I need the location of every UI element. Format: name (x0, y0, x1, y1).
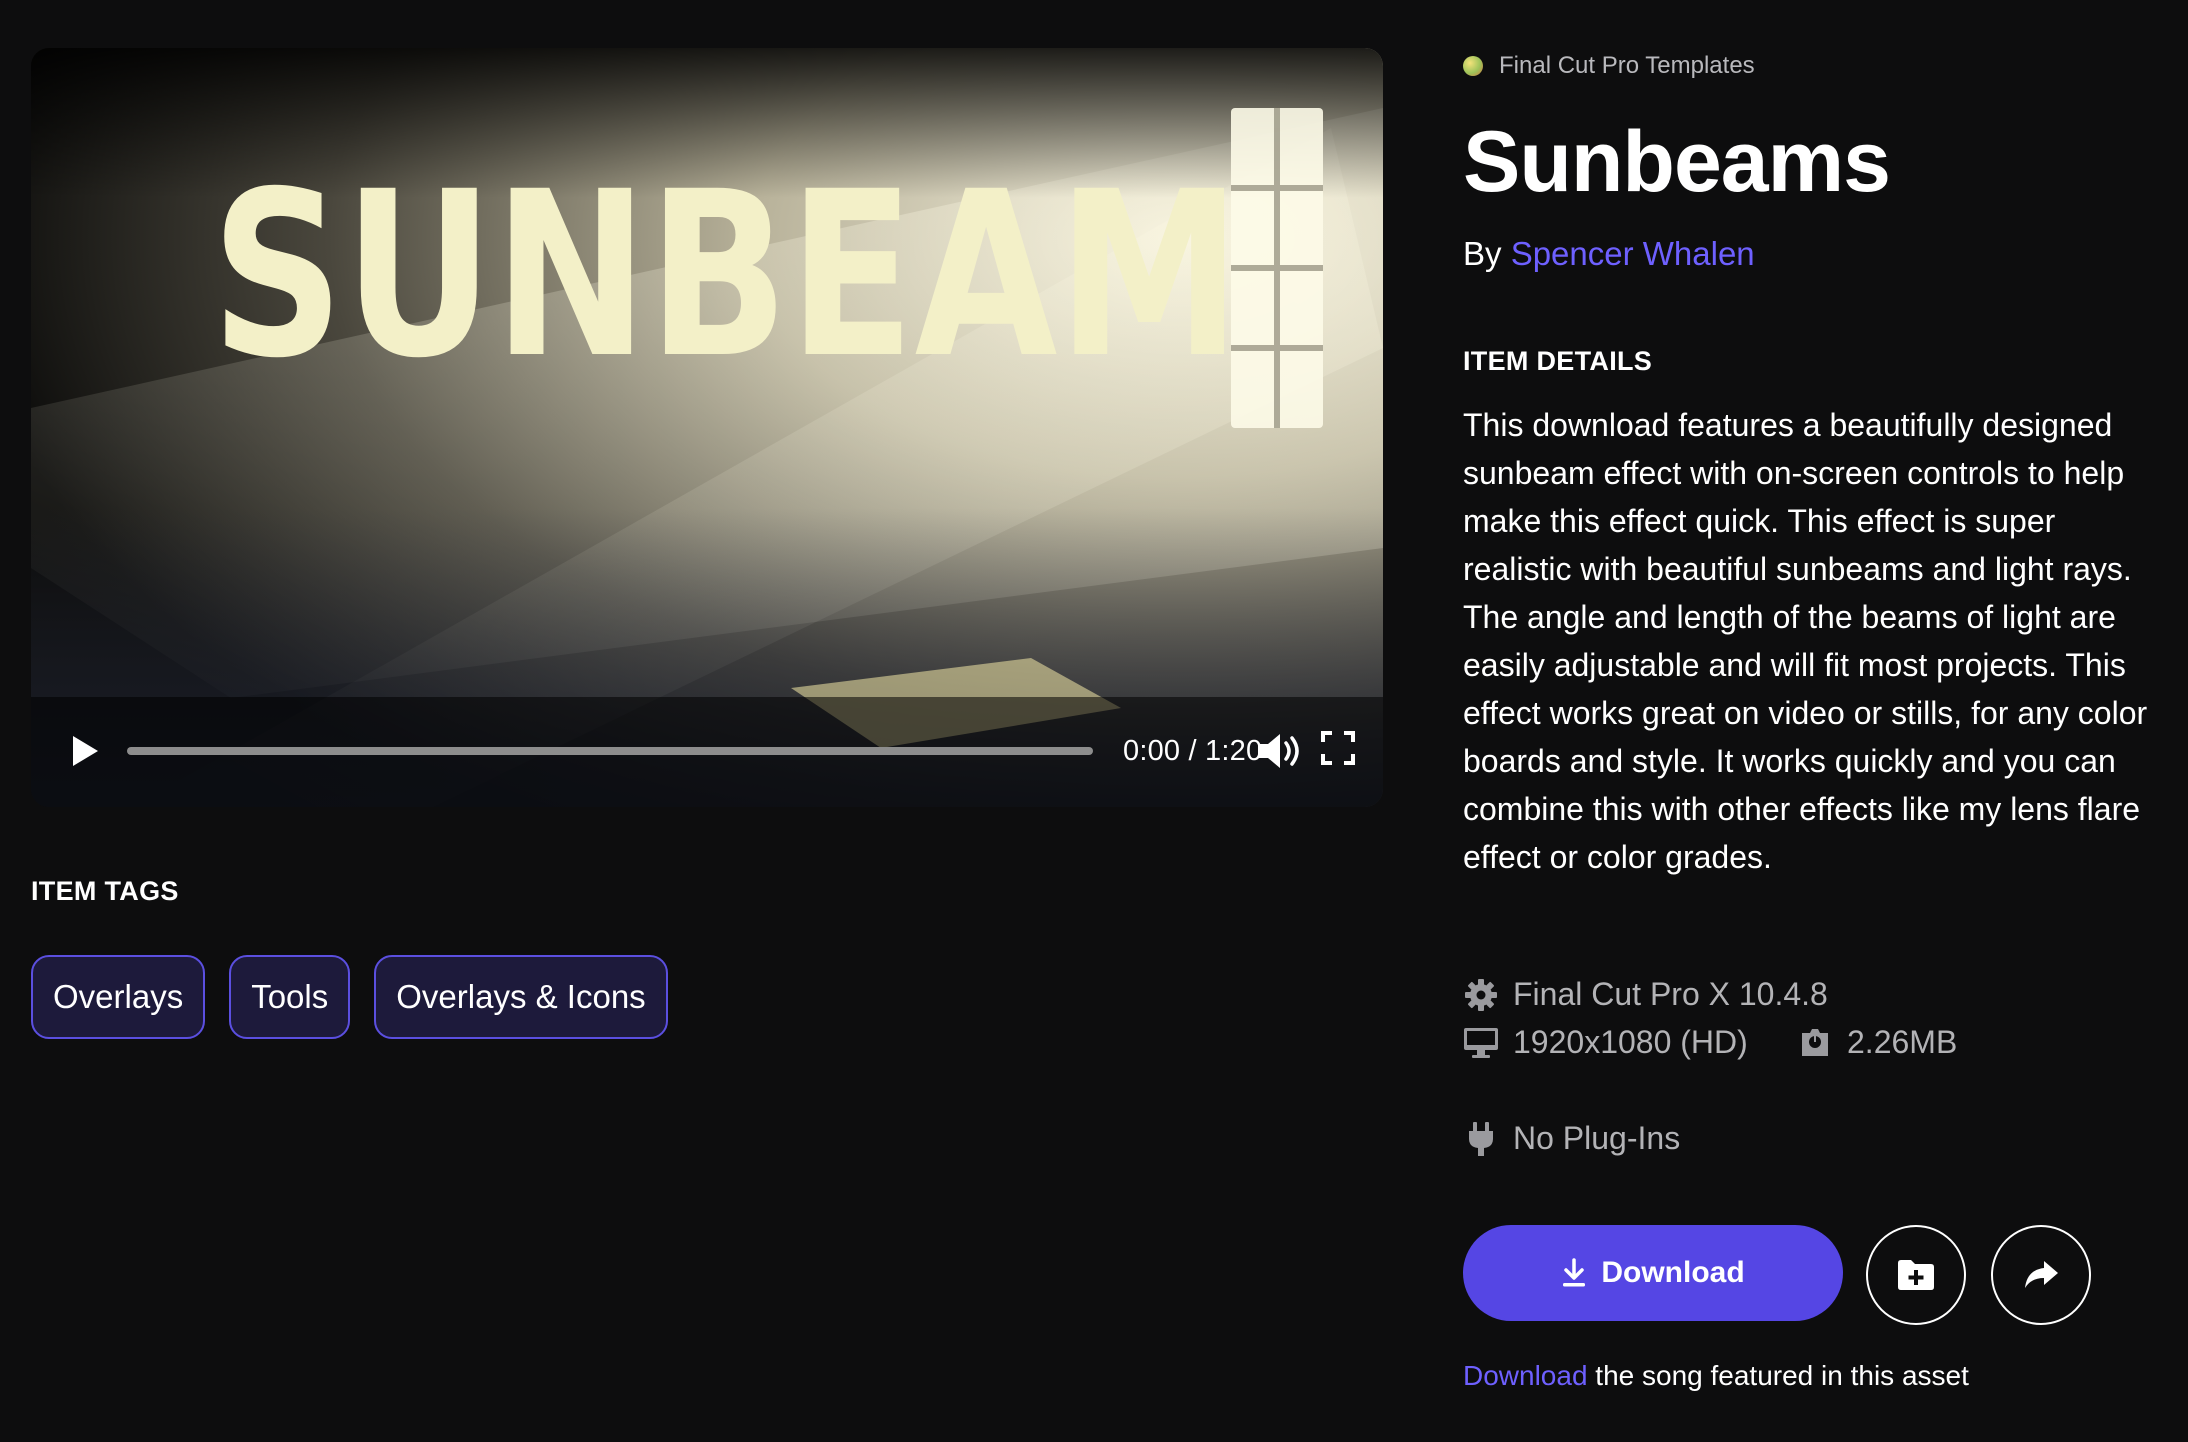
spec-resolution: 1920x1080 (HD) (1463, 1024, 1748, 1061)
video-controls: 0:00 / 1:20 (31, 697, 1383, 807)
asset-page: SUNBEAM 0:00 / 1:20 ITEM TAGS Overlays T… (0, 0, 2188, 1442)
folder-plus-icon (1898, 1260, 1934, 1290)
add-to-folder-button[interactable] (1866, 1225, 1966, 1325)
thumbnail-scene: SUNBEAM (31, 48, 1383, 807)
item-description: This download features a beautifully des… (1463, 407, 2148, 875)
spec-plugins-text: No Plug-Ins (1513, 1120, 1681, 1156)
gear-icon (1463, 977, 1499, 1013)
fullscreen-icon (1321, 731, 1355, 765)
current-time: 0:00 (1123, 735, 1181, 767)
category-dot-icon (1463, 56, 1483, 76)
volume-icon (1258, 734, 1299, 768)
song-download-text: the song featured in this asset (1587, 1360, 1969, 1391)
download-button-label: Download (1601, 1256, 1745, 1289)
download-button[interactable]: Download (1463, 1225, 1843, 1321)
tag-list: Overlays Tools Overlays & Icons (31, 955, 668, 1039)
author-link[interactable]: Spencer Whalen (1511, 235, 1755, 272)
share-icon (2025, 1261, 2058, 1288)
file-size-icon (1797, 1025, 1833, 1061)
thumbnail-title: SUNBEAM (211, 142, 1241, 408)
spec-resolution-text: 1920x1080 (HD) (1513, 1024, 1748, 1060)
byline: By Spencer Whalen (1463, 232, 1755, 276)
spec-software: Final Cut Pro X 10.4.8 (1463, 976, 1828, 1013)
volume-button[interactable] (1256, 731, 1306, 771)
progress-bar[interactable] (127, 747, 1093, 755)
plug-icon (1463, 1121, 1499, 1157)
item-tags-heading: ITEM TAGS (31, 876, 179, 906)
download-icon (1563, 1258, 1586, 1287)
share-button[interactable] (1991, 1225, 2091, 1325)
play-icon (73, 736, 98, 766)
category-label: Final Cut Pro Templates (1499, 52, 1755, 79)
song-download-line: Download the song featured in this asset (1463, 1357, 1969, 1395)
play-button[interactable] (65, 731, 105, 771)
page-title: Sunbeams (1463, 114, 1891, 210)
fullscreen-button[interactable] (1321, 731, 1361, 771)
item-details-heading: ITEM DETAILS (1463, 346, 1653, 376)
tag-tools[interactable]: Tools (229, 955, 351, 1039)
spec-plugins: No Plug-Ins (1463, 1120, 1680, 1157)
video-player[interactable]: SUNBEAM 0:00 / 1:20 (31, 48, 1383, 807)
time-separator: / (1180, 735, 1206, 767)
video-thumbnail[interactable]: SUNBEAM (31, 48, 1383, 807)
spec-software-text: Final Cut Pro X 10.4.8 (1513, 976, 1828, 1012)
duration: 1:20 (1205, 735, 1263, 767)
spec-size: 2.26MB (1797, 1024, 1957, 1061)
song-download-link[interactable]: Download (1463, 1360, 1588, 1391)
byline-prefix: By (1463, 235, 1511, 272)
spec-size-text: 2.26MB (1847, 1024, 1958, 1060)
time-display: 0:00 / 1:20 (1123, 731, 1262, 771)
category-link[interactable]: Final Cut Pro Templates (1463, 50, 1755, 82)
tag-overlays[interactable]: Overlays (31, 955, 206, 1039)
monitor-icon (1463, 1025, 1499, 1061)
tag-overlays-and-icons[interactable]: Overlays & Icons (374, 955, 668, 1039)
